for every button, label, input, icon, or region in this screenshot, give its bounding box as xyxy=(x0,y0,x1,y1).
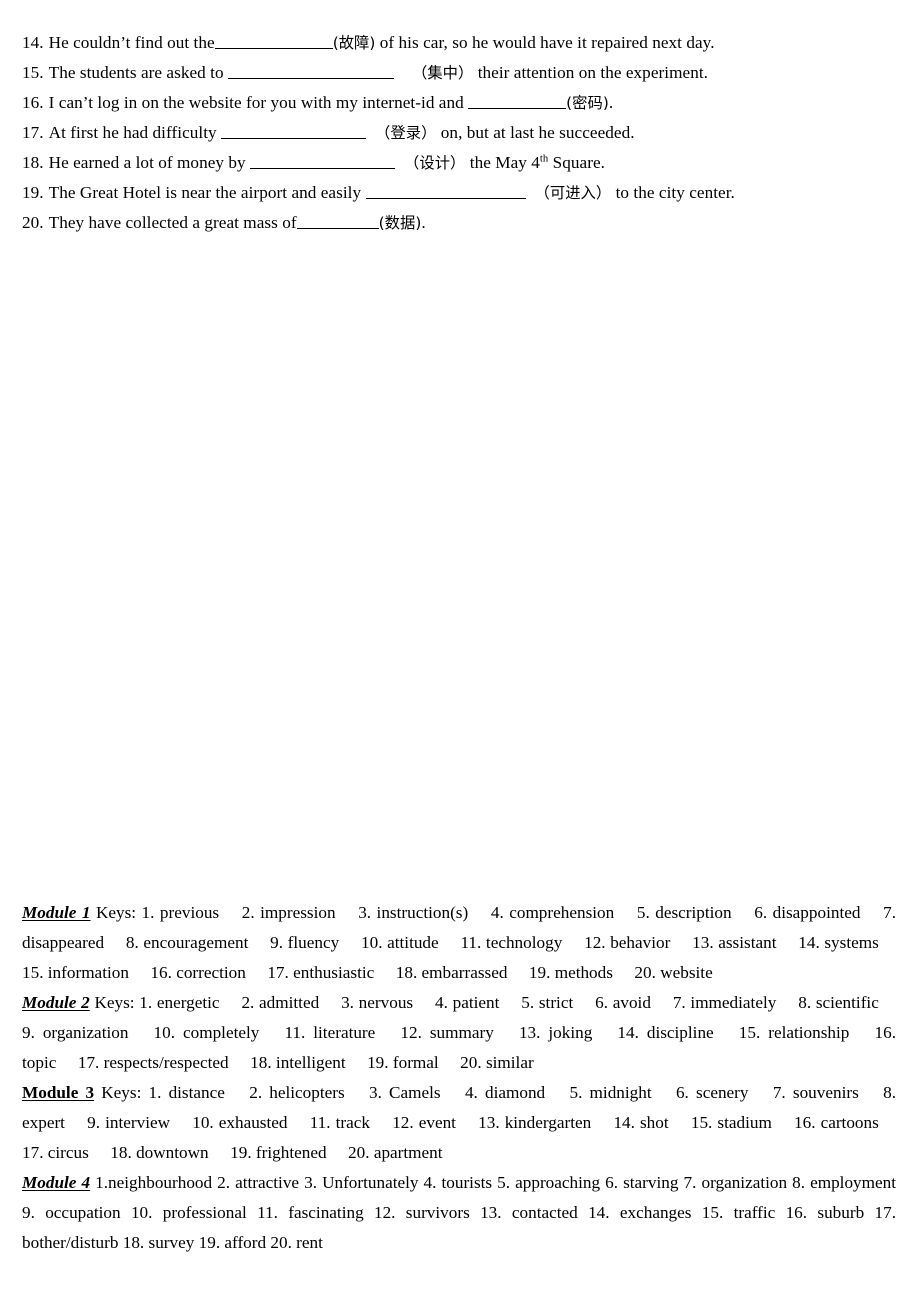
item-text-before: They have collected a great mass of xyxy=(48,213,297,232)
keys-word: Keys: xyxy=(90,903,142,922)
item-text-before: The students are asked to xyxy=(48,63,228,82)
answer-blank[interactable] xyxy=(250,152,396,169)
exercise-item-15: 15. The students are asked to （集中） their … xyxy=(22,58,898,88)
answer-blank[interactable] xyxy=(365,182,526,199)
module-label: Module 3 xyxy=(22,1083,95,1102)
item-text-after-post: Square. xyxy=(548,153,606,172)
answer-key-module-2: Module 2 Keys: 1. energetic 2. admitted … xyxy=(22,988,896,1078)
keys-word: Keys: xyxy=(89,993,140,1012)
chinese-hint: （设计） xyxy=(404,154,466,172)
item-number: 14. xyxy=(22,33,44,52)
item-number: 15. xyxy=(22,63,44,82)
item-number: 17. xyxy=(22,123,44,142)
exercise-item-18: 18. He earned a lot of money by （设计） the … xyxy=(22,148,898,178)
item-number: 16. xyxy=(22,93,44,112)
module-label: Module 1 xyxy=(22,903,91,922)
item-text-after: . xyxy=(421,213,426,232)
keys-word: Keys: xyxy=(94,1083,149,1102)
exercise-item-17: 17. At first he had difficulty （登录） on, b… xyxy=(22,118,898,148)
answer-blank[interactable] xyxy=(271,62,350,79)
item-text-before: I can’t log in on the website for you wi… xyxy=(48,93,469,112)
answer-key-module-4: Module 4 1.neighbourhood 2. attractive 3… xyxy=(22,1168,896,1258)
item-text-after: on, but at last he succeeded. xyxy=(436,123,635,142)
answer-key-module-1: Module 1 Keys: 1. previous 2. impression… xyxy=(22,898,896,988)
item-number: 18. xyxy=(22,153,44,172)
exercise-item-16: 16. I can’t log in on the website for you… xyxy=(22,88,898,118)
item-text-after: of his car, so he would have it repaired… xyxy=(375,33,715,52)
exercise-section: 14. He couldn’t find out the (故障) of his c… xyxy=(22,28,898,238)
answer-blank[interactable] xyxy=(227,62,272,79)
item-text-after: to the city center. xyxy=(611,183,735,202)
answer-key-module-3: Module 3 Keys: 1. distance 2. helicopter… xyxy=(22,1078,896,1168)
module-answers: 1. previous 2. impression 3. instruction… xyxy=(22,903,897,982)
exercise-item-20: 20. They have collected a great mass of (数… xyxy=(22,208,898,238)
chinese-hint: (故障) xyxy=(332,34,376,52)
answer-blank[interactable] xyxy=(221,122,367,139)
answer-blank[interactable] xyxy=(214,32,333,49)
item-text-before: He couldn’t find out the xyxy=(48,33,215,52)
answer-blank[interactable] xyxy=(468,92,567,109)
chinese-hint: （登录） xyxy=(375,124,437,142)
item-text-before: The Great Hotel is near the airport and … xyxy=(48,183,366,202)
answer-blank[interactable] xyxy=(296,212,379,229)
item-number: 19. xyxy=(22,183,44,202)
exercise-item-19: 19. The Great Hotel is near the airport a… xyxy=(22,178,898,208)
chinese-hint: （可进入） xyxy=(534,184,612,202)
answer-keys-section: Module 1 Keys: 1. previous 2. impression… xyxy=(22,898,896,1258)
item-text-before: He earned a lot of money by xyxy=(48,153,251,172)
answer-blank[interactable] xyxy=(349,62,394,79)
item-text-before: At first he had difficulty xyxy=(48,123,222,142)
item-number: 20. xyxy=(22,213,44,232)
exercise-item-14: 14. He couldn’t find out the (故障) of his c… xyxy=(22,28,898,58)
worksheet-page: 14. He couldn’t find out the (故障) of his c… xyxy=(0,0,920,1303)
item-text-after-pre: the May 4 xyxy=(465,153,540,172)
item-text-after: . xyxy=(608,93,614,112)
module-answers: 1. distance 2. helicopters 3. Camels 4. … xyxy=(22,1083,896,1162)
module-label: Module 4 xyxy=(22,1173,91,1192)
chinese-hint: (密码) xyxy=(566,94,609,112)
module-label: Module 2 xyxy=(22,993,90,1012)
item-text-after: their attention on the experiment. xyxy=(473,63,709,82)
module-answers: 1.neighbourhood 2. attractive 3. Unfortu… xyxy=(22,1173,896,1252)
chinese-hint: （集中） xyxy=(411,64,474,82)
chinese-hint: (数据) xyxy=(378,214,422,232)
module-answers: 1. energetic 2. admitted 3. nervous 4. p… xyxy=(22,993,897,1072)
